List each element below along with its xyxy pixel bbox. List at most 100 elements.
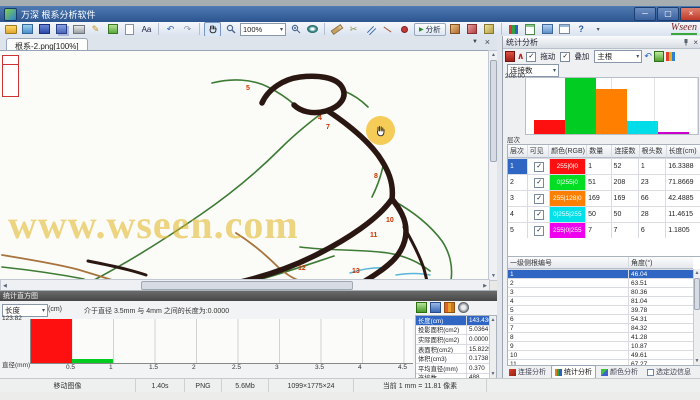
vertical-scroll-thumb[interactable] [694,278,700,310]
tab-statistics-analysis[interactable]: 统计分析 [551,365,596,379]
col-header[interactable]: 可见 [528,145,550,158]
minimize-button[interactable]: ─ [634,7,656,21]
col-header[interactable]: 连接数 [612,145,639,158]
scroll-up-icon[interactable]: ▲ [694,269,700,277]
analyze-button[interactable]: ▶ 分析 [414,23,446,36]
overlay-checkbox[interactable]: ✓ [560,52,570,62]
stamp1-icon[interactable] [448,23,463,36]
settings-gear-icon[interactable] [458,302,469,313]
col-header[interactable]: 长度(cm) [667,145,700,158]
layer-row[interactable]: 2 ✓ 0|255|0 51 208 23 71.8669 [508,175,700,191]
col-header[interactable]: 角度(°) [629,257,693,269]
tab-list-dropdown-icon[interactable]: ▼ [472,39,478,45]
col-header[interactable]: 一级侧根编号 [508,257,629,269]
redo-icon[interactable]: ↷ [180,23,195,36]
angle-row[interactable]: 3 80.36 [508,288,700,297]
scroll-up-icon[interactable]: ▲ [490,316,496,324]
chart-icon[interactable] [506,23,521,36]
angle-row[interactable]: 2 63.51 [508,279,700,288]
flag-icon[interactable] [505,51,515,62]
chart-icon[interactable] [666,52,675,61]
layer-row[interactable]: 3 ✓ 255|128|0 169 169 66 42.4885 [508,191,700,207]
undo-icon[interactable]: ↶ [644,51,652,62]
edit-pencil-icon[interactable]: ✎ [88,23,103,36]
summary-row[interactable]: 体积(cm3) 0.1738 [416,354,496,364]
copy-page-icon[interactable] [122,23,137,36]
gallery-icon[interactable] [540,23,555,36]
close-button[interactable]: × [680,7,700,21]
export-sheet-icon[interactable] [654,51,664,62]
angle-row[interactable]: 8 41.28 [508,333,700,342]
pin-icon[interactable] [682,38,690,46]
zoom-level-select[interactable]: 100% ▾ [240,23,286,36]
report-icon[interactable] [523,23,538,36]
layer-row[interactable]: 4 ✓ 0|255|255 50 50 28 11.4615 [508,207,700,223]
zoom-select-icon[interactable] [223,23,238,36]
angle-row[interactable]: 9 10.87 [508,342,700,351]
grid-icon[interactable] [557,23,572,36]
angle-row[interactable]: 10 49.61 [508,351,700,360]
print-icon[interactable] [71,23,86,36]
help-dropdown-icon[interactable]: ▾ [591,23,606,36]
font-icon[interactable]: Aa [139,23,154,36]
save-data-icon[interactable] [430,302,441,313]
panel-close-icon[interactable]: × [693,38,698,47]
angle-table-scrollbar[interactable]: ▲ ▼ [693,269,700,365]
tab-close-icon[interactable]: × [485,37,490,47]
summary-row[interactable]: 投影面积(cm2) 5.0364 [416,326,496,336]
angle-row[interactable]: 7 84.32 [508,324,700,333]
tab-connection-analysis[interactable]: 连接分析 [505,365,550,379]
root-type-select[interactable]: 主根 ▾ [594,50,642,63]
summary-row[interactable]: 长度(cm) 143.436 [416,316,496,326]
horizontal-scroll-thumb[interactable] [141,281,353,290]
view-icon[interactable] [305,23,320,36]
angle-row[interactable]: 1 46.04 [508,270,700,279]
scroll-left-icon[interactable]: ◀ [3,282,7,290]
layer-row[interactable]: 5 ✓ 255|0|255 7 7 6 1.1805 [508,223,700,238]
col-header[interactable]: 层次 [508,145,528,158]
vertical-scroll-thumb[interactable] [490,60,497,162]
visible-checkbox[interactable]: ✓ [534,162,544,172]
split-tool-icon[interactable] [380,23,395,36]
export-icon[interactable] [105,23,120,36]
angle-row[interactable]: 4 81.04 [508,297,700,306]
summary-row[interactable]: 表面积(cm2) 15.8225 [416,345,496,355]
mark-tool-icon[interactable] [397,23,412,36]
visible-checkbox[interactable]: ✓ [534,226,544,236]
stamp3-icon[interactable] [482,23,497,36]
stamp2-icon[interactable] [465,23,480,36]
tab-color-analysis[interactable]: 颜色分析 [597,365,642,379]
layer-row[interactable]: 1 ✓ 255|0|0 1 52 1 16.3388 [508,159,700,175]
col-header[interactable]: 根头数 [640,145,667,158]
maximize-button[interactable]: ▢ [657,7,679,21]
visible-checkbox[interactable]: ✓ [534,210,544,220]
pan-hand-icon[interactable] [204,22,221,37]
ruler-tool-icon[interactable] [329,23,344,36]
scroll-right-icon[interactable]: ▶ [483,282,487,290]
export-report-icon[interactable] [416,302,427,313]
visible-checkbox[interactable]: ✓ [534,194,544,204]
drag-checkbox[interactable]: ✓ [526,52,536,62]
open-folder-icon[interactable] [3,23,18,36]
save-all-icon[interactable] [54,23,69,36]
summary-scrollbar[interactable]: ▲ ▼ [489,316,496,378]
chart-export-icon[interactable] [444,302,455,313]
angle-row[interactable]: 6 54.31 [508,315,700,324]
import-image-icon[interactable] [20,23,35,36]
zoom-in-icon[interactable] [288,23,303,36]
angle-measure-icon[interactable]: ∧ [517,52,524,61]
tab-selected-edge-info[interactable]: 选定边信息 [643,365,695,379]
angle-row[interactable]: 5 39.78 [508,306,700,315]
prune-tool-icon[interactable]: ✂ [346,23,361,36]
col-header[interactable]: 数量 [587,145,612,158]
scroll-down-icon[interactable]: ▼ [490,370,496,378]
navigator-box[interactable] [2,55,19,97]
save-icon[interactable] [37,23,52,36]
scroll-down-icon[interactable]: ▼ [694,357,700,365]
visible-checkbox[interactable]: ✓ [534,178,544,188]
undo-icon[interactable]: ↶ [163,23,178,36]
connect-tool-icon[interactable] [363,23,378,36]
summary-row[interactable]: 平均直径(mm) 0.370 [416,364,496,374]
image-canvas[interactable]: www.wseen.com 5 4 7 8 10 11 12 13 [0,50,488,280]
summary-row[interactable]: 实际面积(cm2) 0.0000 [416,335,496,345]
